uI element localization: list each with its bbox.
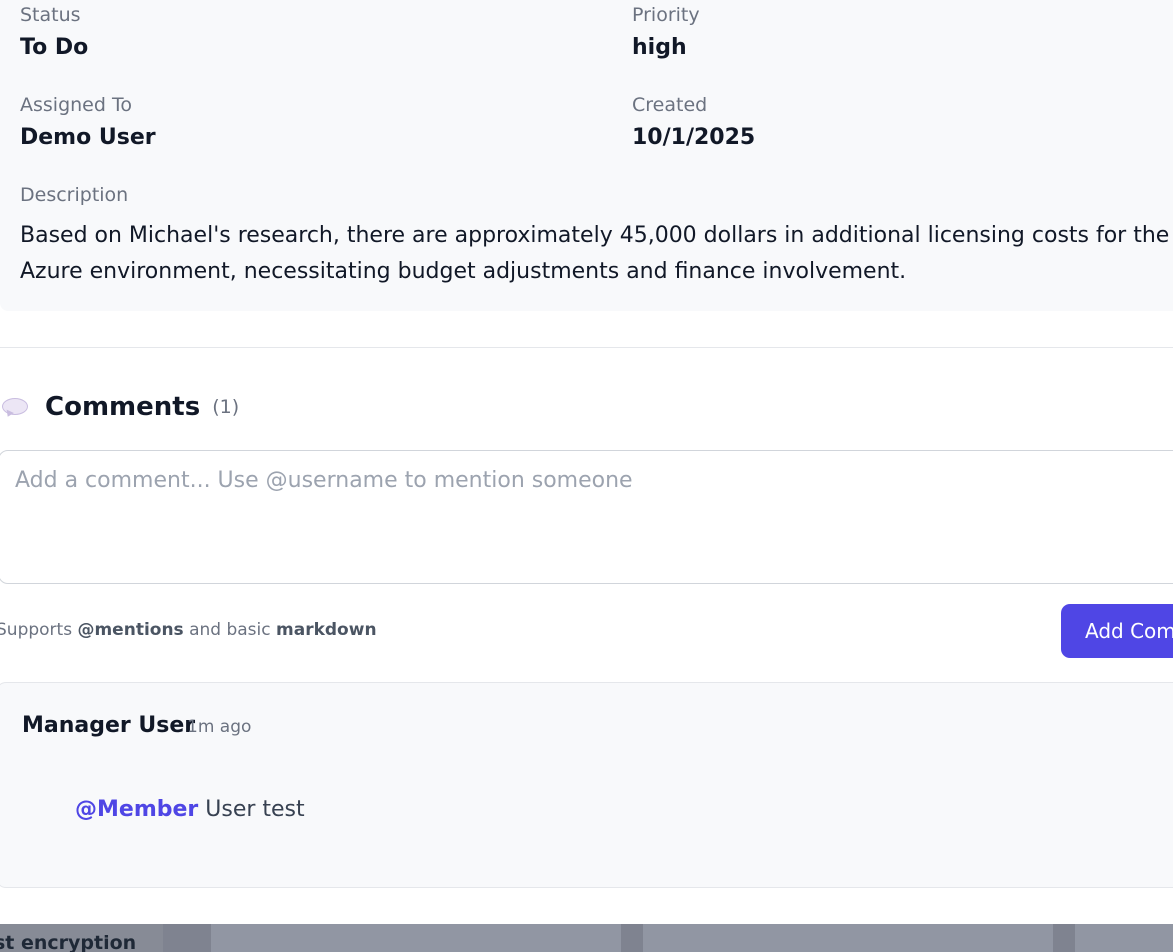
status-label: Status <box>20 4 81 26</box>
task-details-panel: Status To Do Priority high Assigned To D… <box>0 0 1173 311</box>
status-value: To Do <box>20 35 89 60</box>
created-value: 10/1/2025 <box>632 125 756 150</box>
comment-mention[interactable]: @Member <box>75 797 198 822</box>
priority-value: high <box>632 35 687 60</box>
comment-body: @Member User test <box>75 797 305 822</box>
background-board <box>0 924 1173 952</box>
section-divider <box>0 347 1173 348</box>
comment-time: 1m ago <box>187 717 252 737</box>
assigned-to-label: Assigned To <box>20 94 132 116</box>
comments-title: Comments <box>45 392 201 422</box>
task-detail-page: Status To Do Priority high Assigned To D… <box>0 0 1173 952</box>
priority-label: Priority <box>632 4 700 26</box>
created-label: Created <box>632 94 708 116</box>
comments-count: (1) <box>212 396 240 418</box>
background-card-title: st encryption <box>0 932 137 952</box>
comment-card: Manager User 1m ago @Member User test <box>0 682 1173 888</box>
hint-prefix: Supports <box>0 620 78 640</box>
assigned-to-value: Demo User <box>20 125 156 150</box>
hint-markdown: markdown <box>276 620 377 640</box>
hint-mentions: @mentions <box>77 620 184 640</box>
add-comment-button[interactable]: Add Comment <box>1061 604 1173 658</box>
comment-text: User test <box>198 797 305 822</box>
description-label: Description <box>20 184 129 206</box>
description-text: Based on Michael's research, there are a… <box>20 223 1170 284</box>
speech-bubble-icon <box>2 398 28 419</box>
hint-middle: and basic <box>183 620 277 640</box>
comment-input[interactable] <box>0 450 1173 584</box>
comment-author: Manager User <box>22 713 196 738</box>
comments-header: Comments (1) <box>0 388 239 426</box>
markdown-hint: Supports @mentions and basic markdown <box>0 620 377 640</box>
